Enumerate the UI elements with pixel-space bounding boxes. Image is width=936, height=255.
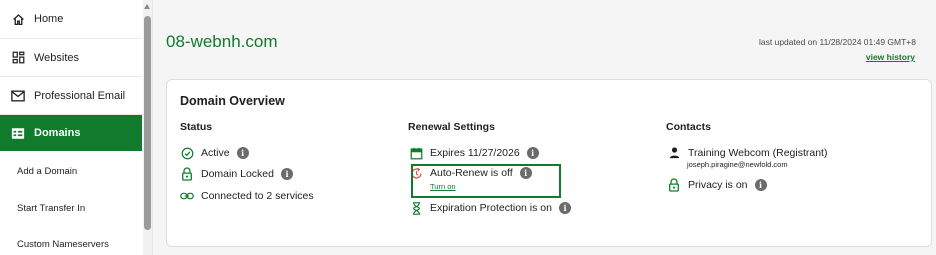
card-title: Domain Overview (180, 94, 285, 108)
contacts-heading: Contacts (666, 121, 711, 133)
home-icon (10, 11, 26, 27)
privacy-row: Privacy is on i (667, 178, 767, 192)
calendar-icon (409, 146, 423, 160)
registrant-name: Training Webcom (Registrant) (688, 147, 828, 159)
expiration-protection-label: Expiration Protection is on (430, 202, 552, 214)
renewal-heading: Renewal Settings (408, 121, 495, 133)
sidebar-scrollbar[interactable] (143, 0, 152, 255)
scroll-up-arrow-icon[interactable] (144, 4, 150, 9)
registrant-row: Training Webcom (Registrant) (667, 146, 827, 160)
status-connected-label[interactable]: Connected to 2 services (201, 190, 314, 202)
lock-icon (667, 178, 681, 192)
sidebar-subitem-add-domain[interactable]: Add a Domain (17, 166, 77, 177)
page-title: 08-webnh.com (166, 32, 278, 51)
main-content: 08-webnh.com last updated on 11/28/2024 … (153, 0, 936, 255)
sidebar-item-label: Professional Email (34, 89, 126, 102)
sidebar-item-websites[interactable]: Websites (0, 39, 142, 77)
sidebar-item-label: Home (34, 13, 64, 25)
status-connected-row: Connected to 2 services (180, 189, 314, 203)
view-history-link[interactable]: view history (866, 52, 915, 62)
hourglass-icon (409, 201, 423, 215)
status-active-label: Active (201, 147, 230, 159)
sidebar: Home Websites Professional Email Domains… (0, 0, 153, 255)
person-icon (667, 146, 681, 160)
websites-icon (10, 50, 26, 66)
sidebar-item-label: Websites (34, 51, 80, 64)
info-icon[interactable]: i (236, 147, 249, 159)
registrant-email: joseph.piragine@newfold.com (687, 160, 788, 169)
scroll-thumb[interactable] (144, 16, 151, 230)
info-icon[interactable]: i (754, 179, 767, 191)
check-circle-icon (180, 146, 194, 160)
last-updated-text: last updated on 11/28/2024 01:49 GMT+8 (759, 37, 916, 47)
status-active-row: Active i (180, 146, 249, 160)
info-icon[interactable]: i (558, 202, 571, 214)
sidebar-item-home[interactable]: Home (0, 0, 142, 39)
auto-renew-highlight-box (411, 164, 561, 198)
sidebar-subitem-custom-nameservers[interactable]: Custom Nameservers (17, 239, 109, 250)
status-locked-row: Domain Locked i (180, 167, 293, 181)
info-icon[interactable]: i (526, 147, 539, 159)
sidebar-item-professional-email[interactable]: Professional Email (0, 77, 142, 115)
domains-icon (10, 125, 26, 141)
mail-icon (10, 88, 26, 104)
expires-label: Expires 11/27/2026 (430, 147, 520, 159)
info-icon[interactable]: i (280, 168, 293, 180)
domain-overview-card: Domain Overview Status Active i Domain L… (166, 79, 932, 247)
sidebar-item-domains[interactable]: Domains (0, 115, 142, 151)
expires-row: Expires 11/27/2026 i (409, 146, 539, 160)
sidebar-subitem-start-transfer[interactable]: Start Transfer In (17, 203, 85, 214)
status-heading: Status (180, 121, 213, 133)
sidebar-item-label: Domains (34, 127, 81, 139)
link-icon (180, 189, 194, 203)
lock-icon (180, 167, 194, 181)
privacy-label: Privacy is on (688, 179, 748, 191)
status-locked-label: Domain Locked (201, 168, 274, 180)
expiration-protection-row: Expiration Protection is on i (409, 201, 571, 215)
